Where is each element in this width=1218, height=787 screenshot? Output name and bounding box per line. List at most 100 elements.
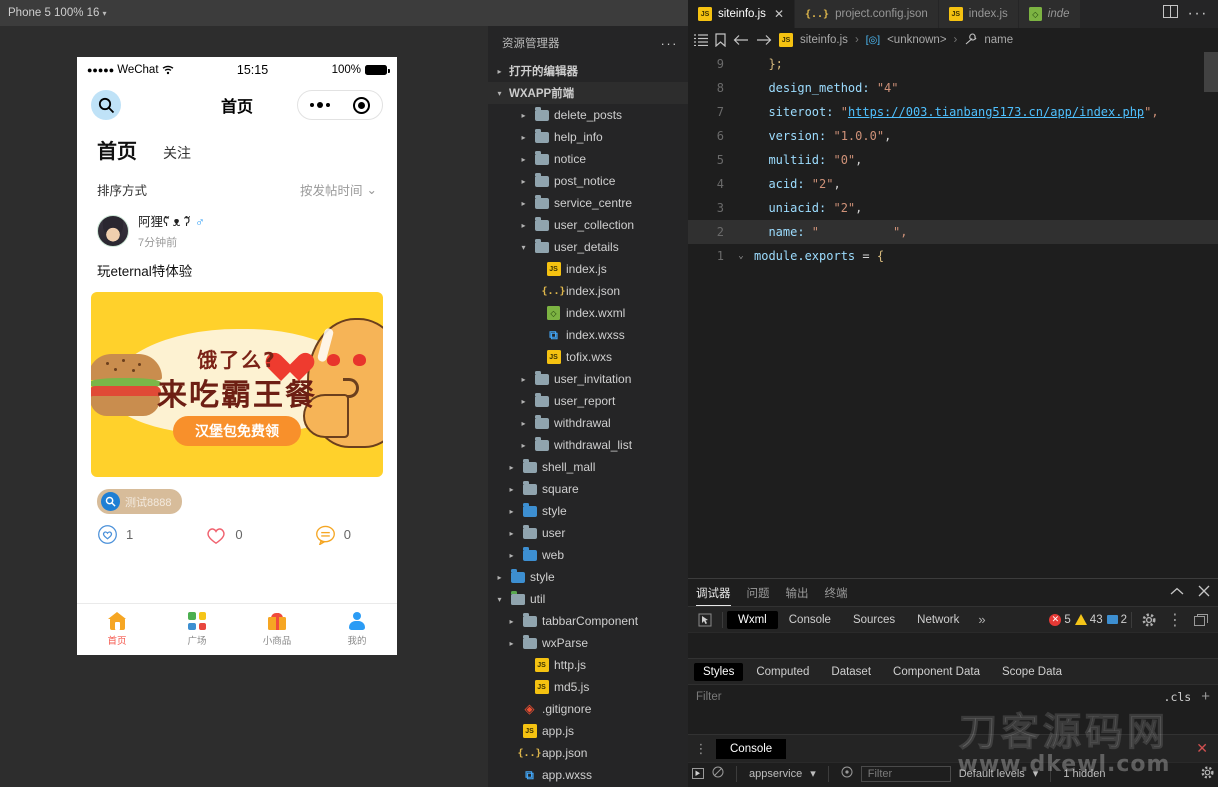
tree-item-util[interactable]: ▾util (488, 588, 688, 610)
more-icon[interactable]: ··· (661, 36, 679, 51)
inspect-icon[interactable] (692, 607, 718, 633)
close-icon[interactable] (1198, 585, 1210, 600)
chevron-right-icon[interactable]: ▸ (506, 529, 517, 538)
tree-item-style[interactable]: ▸style (488, 566, 688, 588)
panel-tab-终端[interactable]: 终端 (825, 579, 848, 606)
dock-icon[interactable] (1188, 607, 1214, 633)
tabbar-item-goods[interactable]: 小商品 (237, 613, 317, 647)
styles-tab-computed[interactable]: Computed (747, 663, 818, 681)
tree-item-style[interactable]: ▸style (488, 500, 688, 522)
editor-tab-index-js[interactable]: JSindex.js (939, 0, 1019, 28)
code-line[interactable]: 9 }; (688, 52, 1218, 76)
styles-tab-scope-data[interactable]: Scope Data (993, 663, 1071, 681)
cls-button[interactable]: .cls (1164, 690, 1192, 704)
chevron-right-icon[interactable]: ▸ (518, 419, 529, 428)
breadcrumb-file[interactable]: siteinfo.js (800, 34, 848, 46)
breadcrumb-symbol[interactable]: name (984, 34, 1013, 46)
panel-tab-输出[interactable]: 输出 (786, 579, 809, 606)
code-line[interactable]: 6 version: "1.0.0", (688, 124, 1218, 148)
tree-item-square[interactable]: ▸square (488, 478, 688, 500)
error-count[interactable]: ✕5 (1049, 614, 1070, 626)
chevron-right-icon[interactable]: ▸ (506, 463, 517, 472)
search-button[interactable] (91, 90, 121, 120)
tree-item-user-report[interactable]: ▸user_report (488, 390, 688, 412)
chevron-right-icon[interactable]: ▸ (506, 617, 517, 626)
add-rule-button[interactable]: + (1201, 688, 1210, 705)
chevron-right-icon[interactable]: ▸ (518, 441, 529, 450)
code-editor[interactable]: 9 };8 design_method: "4"7 siteroot: "htt… (688, 52, 1218, 565)
console-levels-select[interactable]: Default levels (959, 768, 1025, 780)
tree-item-index-wxss[interactable]: ⧉index.wxss (488, 324, 688, 346)
code-line[interactable]: 2 name: "", (688, 220, 1218, 244)
devtools-tab-wxml[interactable]: Wxml (727, 611, 778, 629)
devtools-tab-sources[interactable]: Sources (842, 611, 906, 629)
tree-item-withdrawal[interactable]: ▸withdrawal (488, 412, 688, 434)
close-icon[interactable]: ✕ (1196, 740, 1214, 757)
editor-scrollbar[interactable] (1204, 52, 1218, 565)
overflow-icon[interactable]: » (970, 612, 993, 627)
split-editor-icon[interactable] (1163, 5, 1178, 23)
tree-item-md5-js[interactable]: JSmd5.js (488, 676, 688, 698)
gear-icon[interactable] (1201, 766, 1214, 782)
devtools-tab-console[interactable]: Console (778, 611, 842, 629)
tree-item-user-invitation[interactable]: ▸user_invitation (488, 368, 688, 390)
styles-tab-dataset[interactable]: Dataset (822, 663, 880, 681)
tree-item-delete-posts[interactable]: ▸delete_posts (488, 104, 688, 126)
comment-action[interactable]: 0 (266, 524, 377, 545)
editor-tab-siteinfo-js[interactable]: JSsiteinfo.js✕ (688, 0, 795, 28)
styles-filter-input[interactable]: Filter (696, 691, 1164, 703)
tree-item-user-details[interactable]: ▾user_details (488, 236, 688, 258)
editor-tab-inde[interactable]: inde (1019, 0, 1081, 28)
tree-item-notice[interactable]: ▸notice (488, 148, 688, 170)
code-line[interactable]: 8 design_method: "4" (688, 76, 1218, 100)
tree-item-app-wxss[interactable]: ⧉app.wxss (488, 764, 688, 786)
chevron-right-icon[interactable]: ▸ (506, 639, 517, 648)
post-banner-image[interactable]: 饿了么? 来吃霸王餐 汉堡包免费领 (91, 292, 383, 477)
chevron-right-icon[interactable]: ▸ (518, 199, 529, 208)
tabbar-item-square[interactable]: 广场 (157, 612, 237, 647)
tree-item-tofix-wxs[interactable]: JStofix.wxs (488, 346, 688, 368)
chevron-right-icon[interactable]: ▸ (518, 111, 529, 120)
chevron-down-icon[interactable]: ▾ (1033, 767, 1039, 780)
chevron-right-icon[interactable]: ▸ (506, 507, 517, 516)
fold-icon[interactable]: ⌄ (734, 244, 748, 268)
view-action[interactable]: 1 (97, 524, 182, 545)
chevron-right-icon[interactable]: ▸ (518, 155, 529, 164)
post-tag[interactable]: 测试8888 (97, 489, 182, 514)
chevron-right-icon[interactable]: ▸ (518, 375, 529, 384)
forward-arrow-icon[interactable] (756, 34, 772, 46)
console-execute-icon[interactable] (692, 768, 704, 779)
editor-tab-project-config-json[interactable]: {..}project.config.json (795, 0, 939, 28)
code-line[interactable]: 5 multiid: "0", (688, 148, 1218, 172)
avatar[interactable] (97, 215, 129, 247)
tree-item-index-js[interactable]: JSindex.js (488, 258, 688, 280)
tree-item-wxparse[interactable]: ▸wxParse (488, 632, 688, 654)
styles-tab-component-data[interactable]: Component Data (884, 663, 989, 681)
tab-home[interactable]: 首页 (97, 135, 137, 166)
styles-tab-styles[interactable]: Styles (694, 663, 743, 681)
close-icon[interactable]: ✕ (774, 7, 784, 21)
tree-item-post-notice[interactable]: ▸post_notice (488, 170, 688, 192)
tree-item--gitignore[interactable]: ◈.gitignore (488, 698, 688, 720)
console-filter-input[interactable]: Filter (861, 766, 951, 782)
device-selector[interactable]: Phone 5 100% 16▾ (0, 7, 106, 19)
chevron-up-icon[interactable] (1170, 587, 1184, 599)
explorer-section-project[interactable]: ▾ WXAPP前端 (488, 82, 688, 104)
gear-icon[interactable] (1136, 607, 1162, 633)
sort-dropdown[interactable]: 按发帖时间 ⌄ (300, 180, 377, 199)
chevron-right-icon[interactable]: ▸ (518, 397, 529, 406)
tree-item-user[interactable]: ▸user (488, 522, 688, 544)
wechat-capsule[interactable] (297, 90, 383, 120)
tree-item-shell-mall[interactable]: ▸shell_mall (488, 456, 688, 478)
kebab-icon[interactable]: ⋮ (692, 741, 710, 757)
tree-item-user-collection[interactable]: ▸user_collection (488, 214, 688, 236)
back-arrow-icon[interactable] (733, 34, 749, 46)
breadcrumb-scope[interactable]: <unknown> (887, 34, 946, 46)
kebab-icon[interactable]: ⋮ (1162, 607, 1188, 633)
chevron-right-icon[interactable]: ▸ (494, 573, 505, 582)
chevron-right-icon[interactable]: ▸ (506, 551, 517, 560)
info-count[interactable]: 2 (1107, 614, 1127, 626)
explorer-section-open-editors[interactable]: ▸ 打开的编辑器 (488, 60, 688, 82)
phone-simulator[interactable]: ●●●●● WeChat 15:15 100% 首页 (77, 57, 397, 655)
tree-item-app-json[interactable]: {..}app.json (488, 742, 688, 764)
